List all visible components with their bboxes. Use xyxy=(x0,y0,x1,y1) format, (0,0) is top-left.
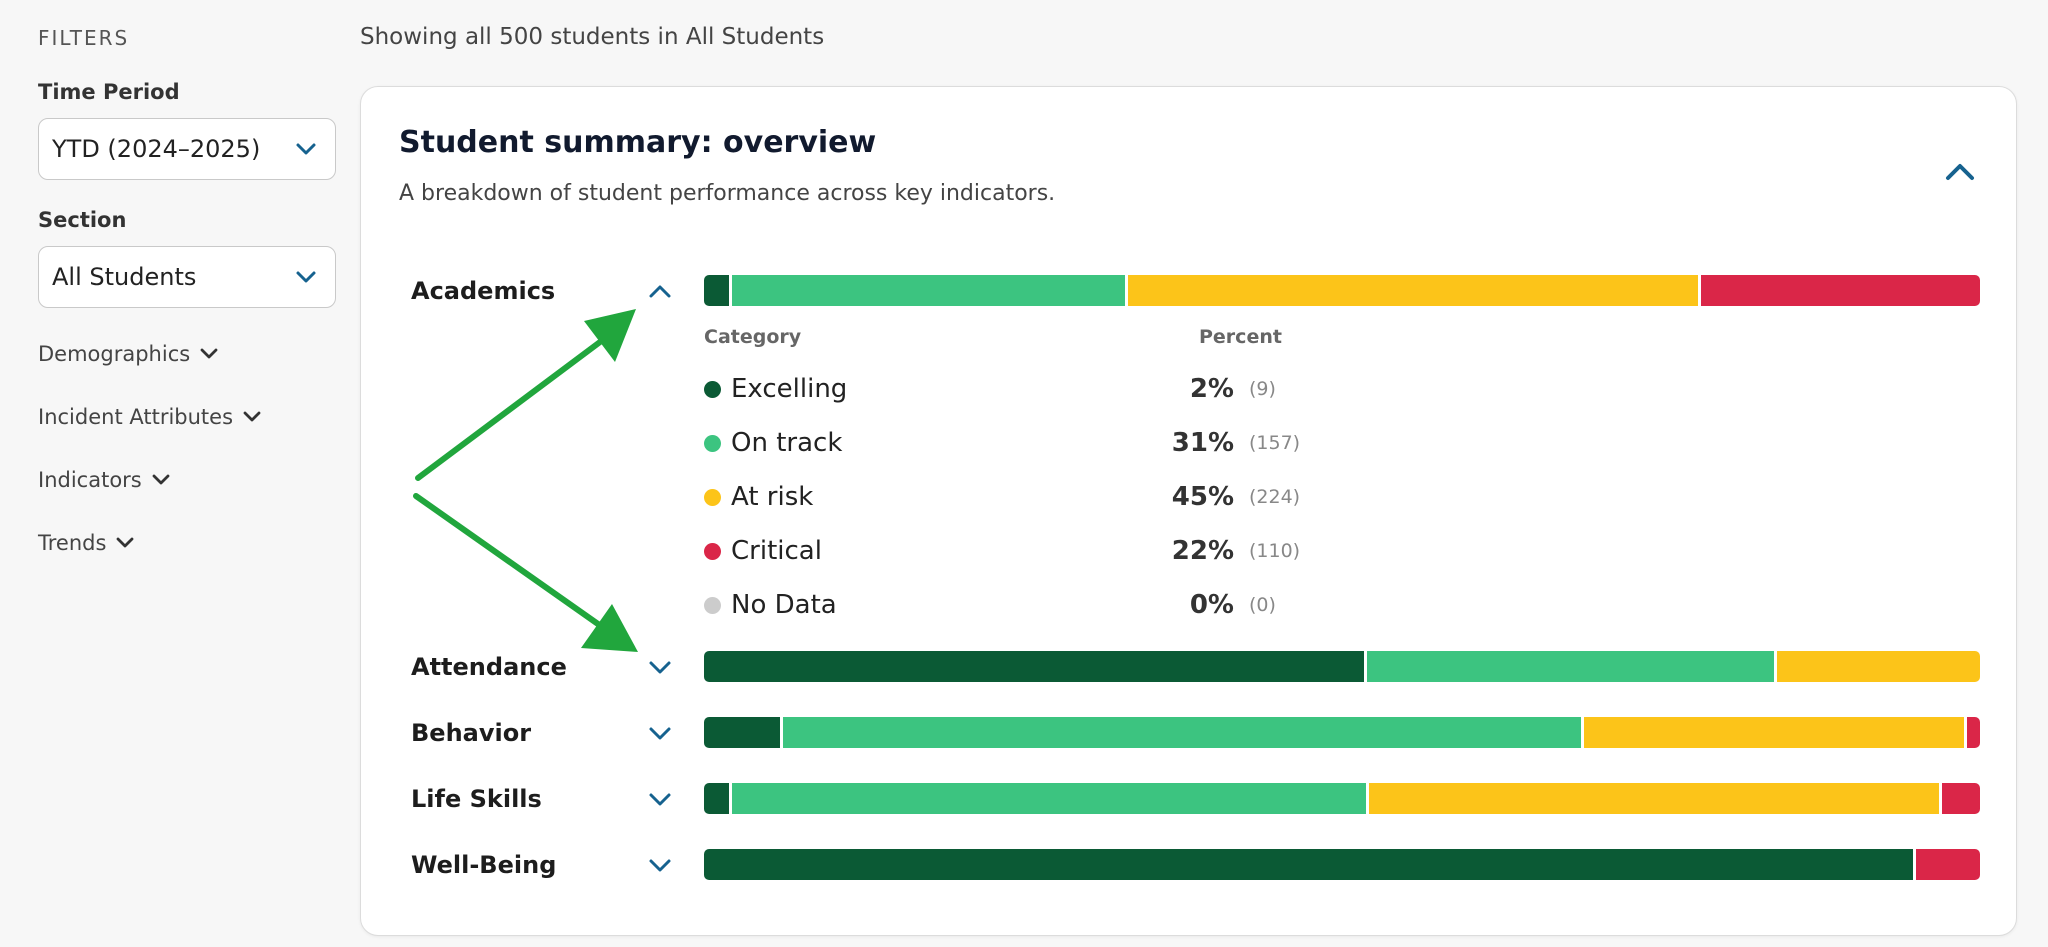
legend-item-critical: Critical 22% (110) xyxy=(704,534,1404,568)
showing-count-text: Showing all 500 students in All Students xyxy=(360,24,825,50)
status-dot xyxy=(704,542,721,560)
category-percent: 2% xyxy=(1189,374,1234,404)
chevron-down-icon[interactable] xyxy=(647,724,673,742)
bar-segment-at-risk[interactable] xyxy=(1368,783,1939,814)
bar-segment-critical[interactable] xyxy=(1916,849,1980,880)
status-dot xyxy=(704,596,721,614)
category-percent: 0% xyxy=(1189,590,1234,620)
indicators-label: Indicators xyxy=(38,468,142,492)
bar-segment-at-risk[interactable] xyxy=(1128,275,1699,306)
indicator-bar-life-skills[interactable] xyxy=(704,783,1980,814)
category-percent: 22% xyxy=(1171,536,1234,566)
demographics-label: Demographics xyxy=(38,342,191,366)
indicator-bar-attendance[interactable] xyxy=(704,651,1980,682)
indicator-label-well-being: Well-Being xyxy=(411,851,557,879)
trends-label: Trends xyxy=(38,531,107,555)
category-name: No Data xyxy=(731,590,837,620)
time-period-label: Time Period xyxy=(38,80,180,104)
legend-item-on-track: On track 31% (157) xyxy=(704,426,1404,460)
bar-segment-on-track[interactable] xyxy=(732,275,1126,306)
bar-segment-on-track[interactable] xyxy=(732,783,1366,814)
section-value: All Students xyxy=(52,263,197,291)
category-percent: 31% xyxy=(1171,428,1234,458)
category-name: Critical xyxy=(731,536,822,566)
chevron-up-icon[interactable] xyxy=(1944,159,1976,183)
category-name: Excelling xyxy=(731,374,848,404)
chevron-down-icon xyxy=(243,411,261,422)
category-count: (224) xyxy=(1249,486,1301,508)
bar-segment-excelling[interactable] xyxy=(704,717,781,748)
trends-filter-toggle[interactable]: Trends xyxy=(38,531,134,555)
indicator-bar-behavior[interactable] xyxy=(704,717,1980,748)
chevron-down-icon xyxy=(117,537,134,548)
indicator-label-academics: Academics xyxy=(411,277,556,305)
bar-segment-on-track[interactable] xyxy=(1367,651,1774,682)
indicator-label-behavior: Behavior xyxy=(411,719,532,747)
incident-attributes-filter-toggle[interactable]: Incident Attributes xyxy=(38,405,261,429)
indicator-label-life-skills: Life Skills xyxy=(411,785,542,813)
indicators-filter-toggle[interactable]: Indicators xyxy=(38,468,170,492)
bar-segment-excelling[interactable] xyxy=(704,783,730,814)
incident-attributes-label: Incident Attributes xyxy=(38,405,234,429)
time-period-value: YTD (2024–2025) xyxy=(52,135,261,163)
time-period-select[interactable]: YTD (2024–2025) xyxy=(38,118,336,180)
page: FILTERS Time Period YTD (2024–2025) Sect… xyxy=(0,0,2048,947)
chevron-down-icon[interactable] xyxy=(647,790,673,808)
status-dot xyxy=(704,380,721,398)
percent-column-header: Percent xyxy=(1199,326,1282,348)
bar-segment-excelling[interactable] xyxy=(704,651,1365,682)
bar-segment-on-track[interactable] xyxy=(783,717,1582,748)
student-summary-card: Student summary: overview A breakdown of… xyxy=(360,86,2017,936)
status-dot xyxy=(704,488,721,506)
filters-title: FILTERS xyxy=(38,26,130,50)
bar-segment-critical[interactable] xyxy=(1967,717,1980,748)
category-name: On track xyxy=(731,428,843,458)
category-column-header: Category xyxy=(704,326,802,348)
legend-item-excelling: Excelling 2% (9) xyxy=(704,372,1404,406)
card-title: Student summary: overview xyxy=(399,125,877,160)
status-dot xyxy=(704,434,721,452)
category-percent: 45% xyxy=(1171,482,1234,512)
bar-segment-critical[interactable] xyxy=(1942,783,1980,814)
bar-segment-excelling[interactable] xyxy=(704,275,730,306)
legend-item-at-risk: At risk 45% (224) xyxy=(704,480,1404,514)
category-count: (157) xyxy=(1249,432,1301,454)
chevron-down-icon xyxy=(152,474,170,485)
bar-segment-critical[interactable] xyxy=(1701,275,1980,306)
category-count: (9) xyxy=(1249,378,1276,400)
category-count: (110) xyxy=(1249,540,1301,562)
chevron-down-icon xyxy=(296,143,316,155)
section-label: Section xyxy=(38,208,127,232)
chevron-down-icon xyxy=(296,271,316,283)
indicator-bar-well-being[interactable] xyxy=(704,849,1980,880)
chevron-down-icon xyxy=(200,348,218,359)
chevron-down-icon[interactable] xyxy=(647,658,673,676)
card-subtitle: A breakdown of student performance acros… xyxy=(399,181,1056,206)
indicator-label-attendance: Attendance xyxy=(411,653,567,681)
indicator-bar-academics[interactable] xyxy=(704,275,1980,306)
chevron-down-icon[interactable] xyxy=(647,856,673,874)
section-select[interactable]: All Students xyxy=(38,246,336,308)
category-count: (0) xyxy=(1249,594,1276,616)
legend-item-no-data: No Data 0% (0) xyxy=(704,588,1404,622)
bar-segment-at-risk[interactable] xyxy=(1776,651,1980,682)
bar-segment-at-risk[interactable] xyxy=(1584,717,1965,748)
bar-segment-excelling[interactable] xyxy=(704,849,1914,880)
category-name: At risk xyxy=(731,482,814,512)
chevron-up-icon[interactable] xyxy=(647,282,673,300)
demographics-filter-toggle[interactable]: Demographics xyxy=(38,342,218,366)
